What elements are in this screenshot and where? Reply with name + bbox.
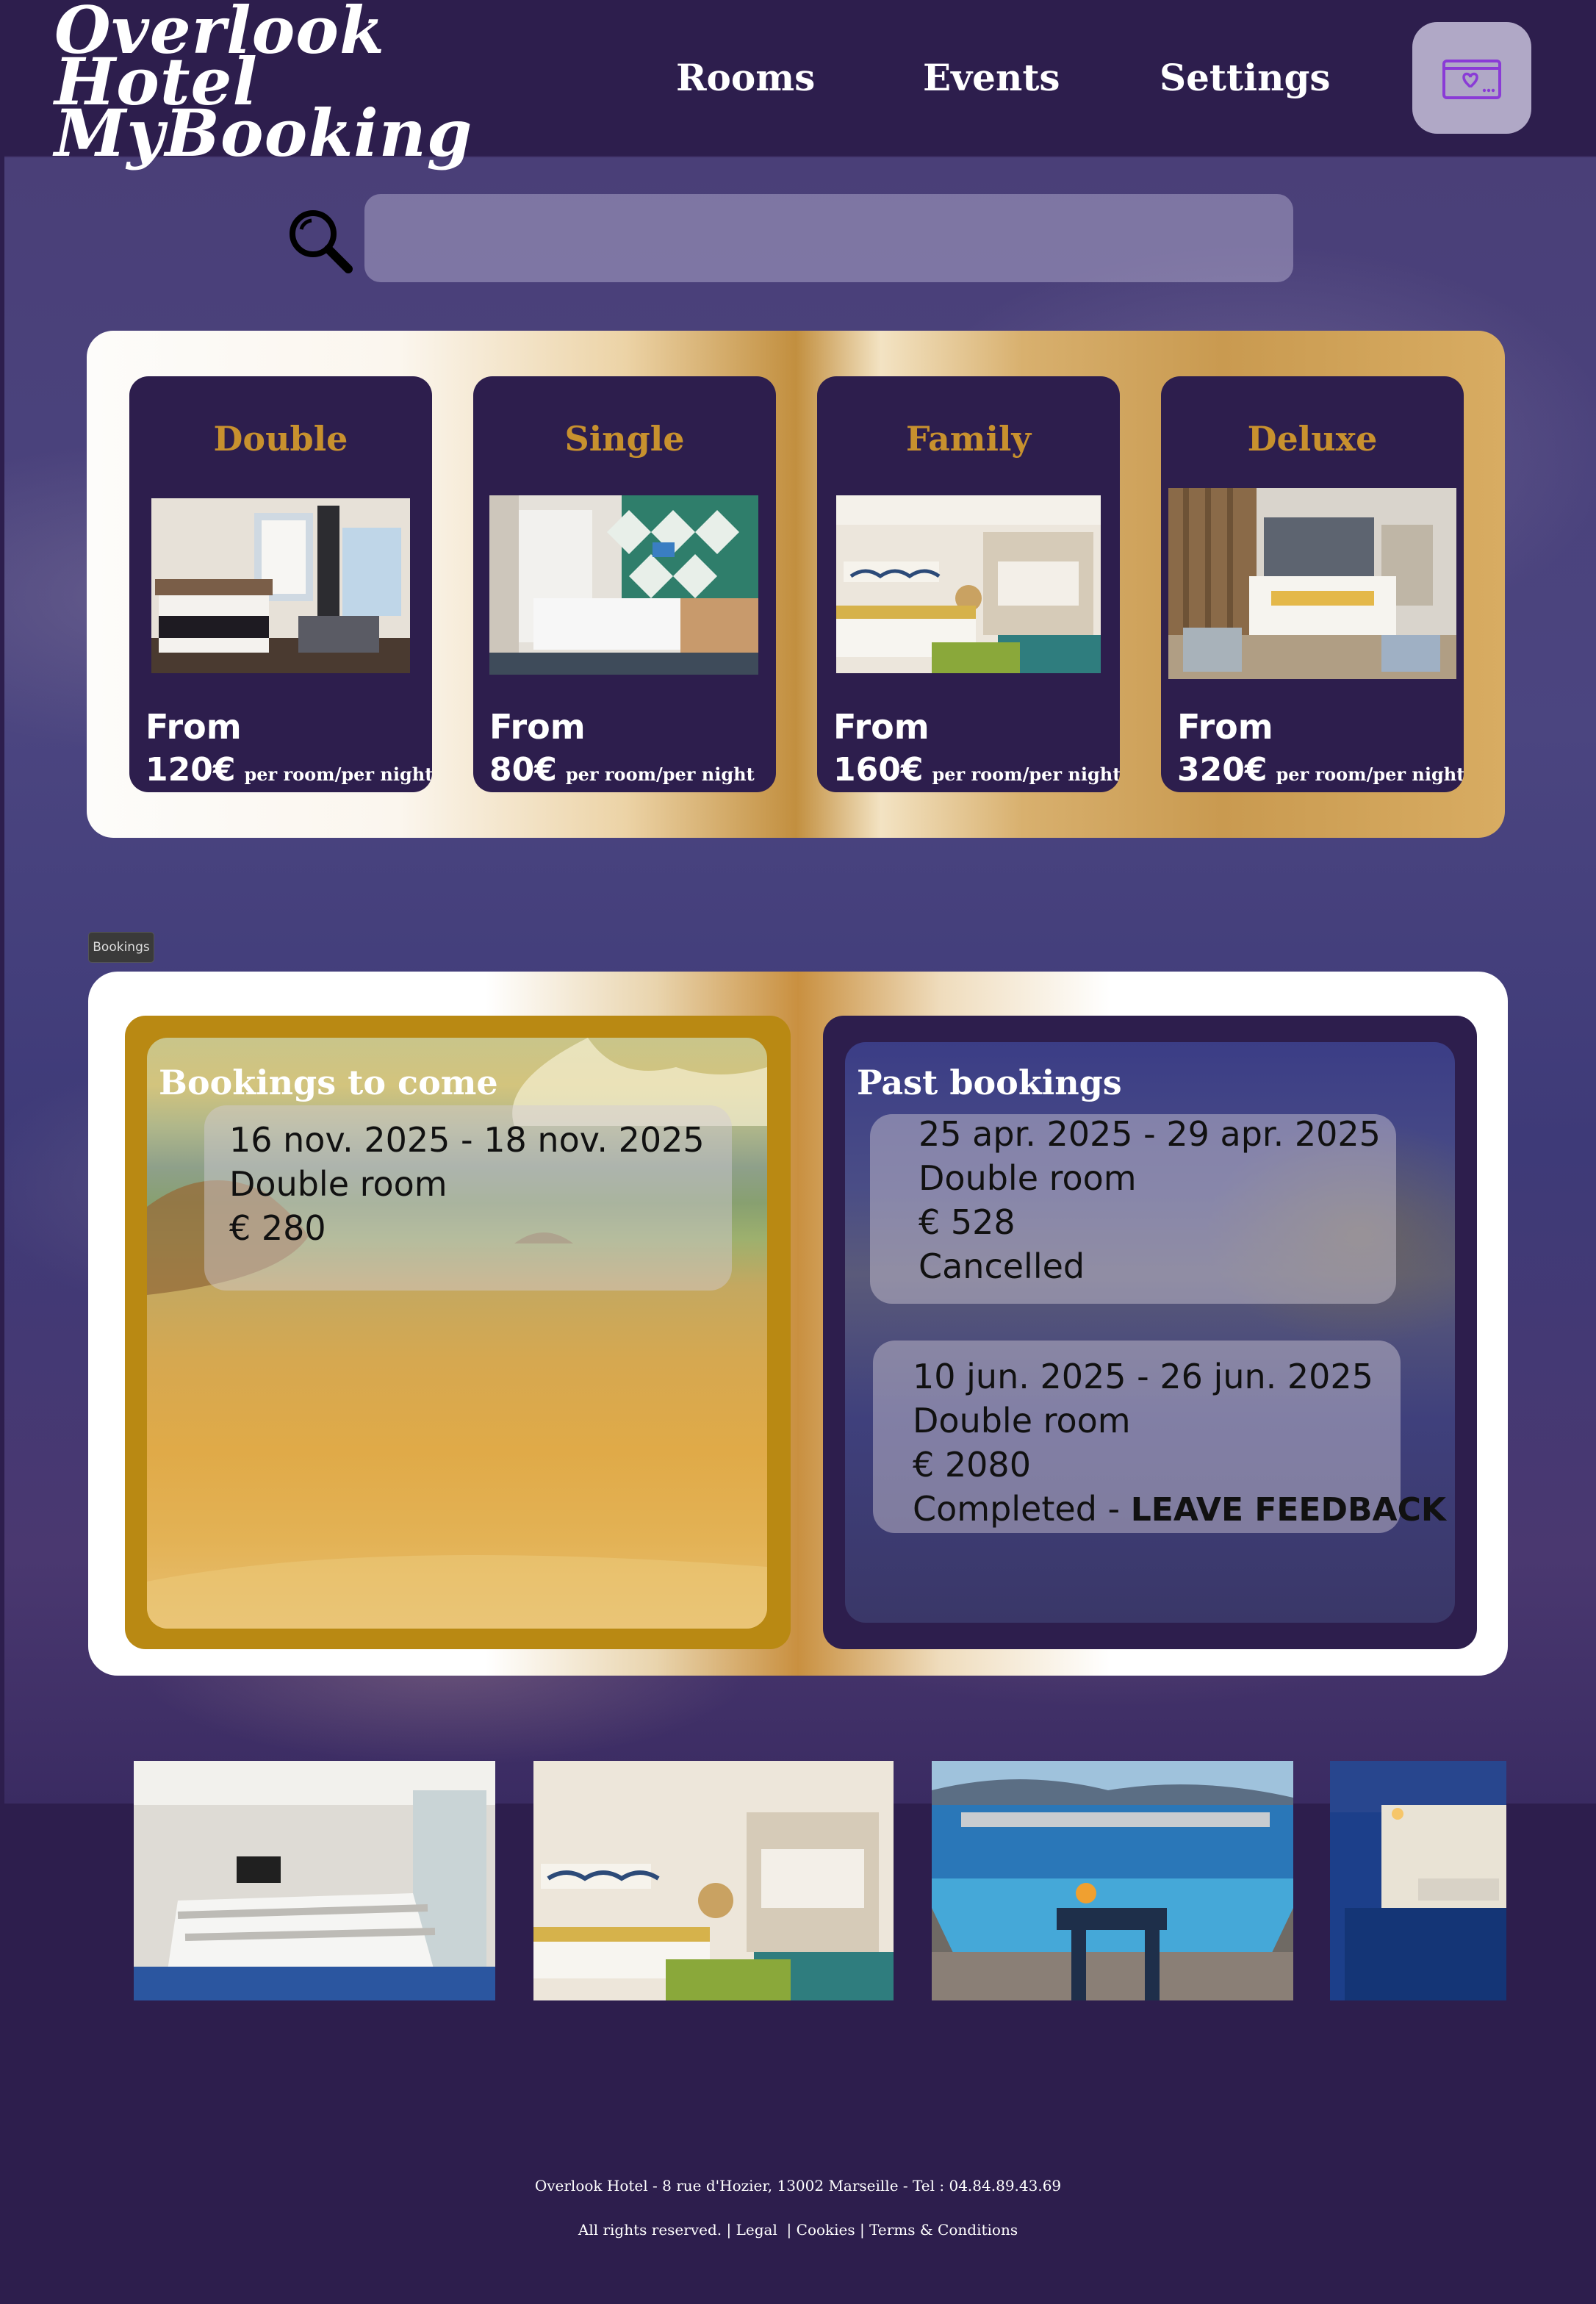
room-from-label: From [145, 707, 242, 747]
booking-room: Double room [229, 1164, 447, 1204]
booking-status: Cancelled [919, 1246, 1085, 1286]
price-value: 80€ [489, 751, 557, 789]
room-title: Double [213, 419, 348, 459]
room-card-double[interactable]: Double From 120€ per room/per night [129, 376, 432, 792]
room-from-label: From [833, 707, 930, 747]
booking-dates: 10 jun. 2025 - 26 jun. 2025 [913, 1357, 1373, 1396]
footer-separator: | [782, 2221, 797, 2239]
room-card-deluxe[interactable]: Deluxe From 320€ per room/per night [1161, 376, 1464, 792]
family-room-photo [836, 495, 1101, 673]
price-unit: per room/per night [565, 764, 755, 785]
upcoming-booking-card[interactable]: 16 nov. 2025 - 18 nov. 2025 Double room … [204, 1105, 732, 1291]
top-navbar: Overlook Hotel MyBooking Rooms Events Se… [4, 0, 1596, 171]
booking-price: € 280 [229, 1208, 326, 1248]
room-title: Deluxe [1247, 419, 1378, 459]
booking-room: Double room [919, 1158, 1137, 1198]
price-value: 160€ [833, 751, 924, 789]
my-bookings-button[interactable] [1412, 22, 1531, 134]
upcoming-title: Bookings to come [159, 1063, 498, 1102]
room-card-family[interactable]: Family From 160€ per room/per night [817, 376, 1120, 792]
booking-price: € 2080 [913, 1445, 1031, 1485]
gallery-family-room [533, 1761, 894, 2000]
gallery-breakfast-bar [1330, 1761, 1506, 2000]
booking-dates: 16 nov. 2025 - 18 nov. 2025 [229, 1120, 705, 1160]
room-from-label: From [489, 707, 586, 747]
bookings-tooltip: Bookings [88, 932, 154, 963]
booking-status-line: Completed - LEAVE FEEDBACK [913, 1489, 1446, 1529]
gallery-meeting-room [134, 1761, 495, 2000]
double-room-photo [151, 498, 410, 673]
price-unit: per room/per night [244, 764, 432, 785]
single-room-photo [489, 495, 758, 675]
price-unit: per room/per night [1276, 764, 1464, 785]
room-title: Single [564, 419, 685, 459]
past-booking-card[interactable]: 10 jun. 2025 - 26 jun. 2025 Double room … [873, 1341, 1446, 1533]
deluxe-room-photo [1168, 488, 1456, 679]
past-booking-card[interactable]: 25 apr. 2025 - 29 apr. 2025 Double room … [870, 1114, 1396, 1304]
booking-status: Completed - [913, 1489, 1131, 1529]
footer-separator: | [860, 2221, 870, 2239]
room-price: 120€ per room/per night [145, 751, 432, 789]
price-value: 120€ [145, 751, 236, 789]
footer-link-cookies[interactable]: Cookies [797, 2221, 855, 2239]
logo-line1: Overlook Hotel [54, 0, 385, 120]
price-unit: per room/per night [932, 764, 1120, 785]
footer-link-terms[interactable]: Terms & Conditions [869, 2221, 1018, 2239]
room-card-single[interactable]: Single From 80€ per room/per night [473, 376, 776, 792]
room-title: Family [905, 419, 1032, 459]
footer-address: Overlook Hotel - 8 rue d'Hozier, 13002 M… [534, 2177, 1062, 2194]
nav-rooms[interactable]: Rooms [676, 56, 815, 99]
booking-card-icon [1442, 60, 1501, 99]
gallery-pool-view [932, 1761, 1293, 2000]
price-value: 320€ [1177, 751, 1268, 789]
hotel-logo[interactable]: Overlook Hotel MyBooking [54, 0, 539, 171]
room-price: 160€ per room/per night [833, 751, 1120, 789]
booking-price: € 528 [919, 1202, 1016, 1242]
booking-dates: 25 apr. 2025 - 29 apr. 2025 [919, 1114, 1381, 1154]
footer-rights: All rights reserved. [578, 2221, 722, 2239]
footer-links: All rights reserved. | Legal | Cookies |… [0, 2221, 1596, 2239]
footer-separator: | [726, 2221, 736, 2239]
search-icon[interactable] [287, 207, 353, 273]
footer-link-legal[interactable]: Legal [736, 2221, 777, 2239]
nav-events[interactable]: Events [923, 56, 1060, 99]
leave-feedback-link[interactable]: LEAVE FEEDBACK [1131, 1491, 1446, 1529]
room-price: 320€ per room/per night [1177, 751, 1464, 789]
nav-settings[interactable]: Settings [1160, 56, 1331, 99]
booking-room: Double room [913, 1401, 1131, 1440]
past-title: Past bookings [857, 1063, 1122, 1102]
room-price: 80€ per room/per night [489, 751, 755, 789]
logo-line2: MyBooking [54, 95, 473, 171]
room-from-label: From [1177, 707, 1273, 747]
search-input[interactable] [364, 194, 1293, 282]
